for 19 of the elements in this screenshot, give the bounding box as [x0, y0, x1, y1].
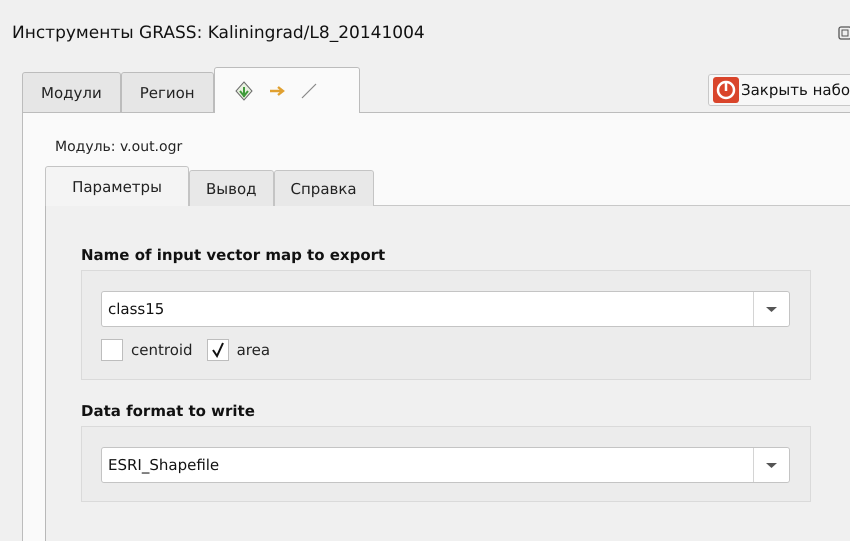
checkbox[interactable]: centroid: [101, 339, 193, 361]
arrow-icon: [268, 84, 287, 98]
combo-box[interactable]: ESRI_Shapefile: [101, 447, 790, 483]
parameter-label: Name of input vector map to export: [81, 246, 386, 264]
checkbox[interactable]: area: [206, 339, 270, 361]
tab[interactable]: Модули: [22, 72, 121, 112]
power-icon: [712, 77, 739, 103]
tab[interactable]: Справка: [274, 170, 374, 206]
combo-box[interactable]: class15: [101, 291, 790, 327]
check-icon: [210, 342, 225, 358]
line-icon: [300, 82, 317, 98]
tab[interactable]: Регион: [120, 72, 214, 112]
tab[interactable]: Параметры: [45, 166, 189, 206]
float-icon[interactable]: [838, 25, 850, 41]
module-label: Модуль: v.out.ogr: [54, 139, 184, 155]
parameter-label: Data format to write: [81, 402, 256, 420]
close-set-button[interactable]: Закрыть набо: [708, 74, 850, 106]
window-title: Инструменты GRASS: Kaliningrad/L8_20141004: [12, 23, 425, 43]
tab[interactable]: Вывод: [189, 170, 274, 206]
